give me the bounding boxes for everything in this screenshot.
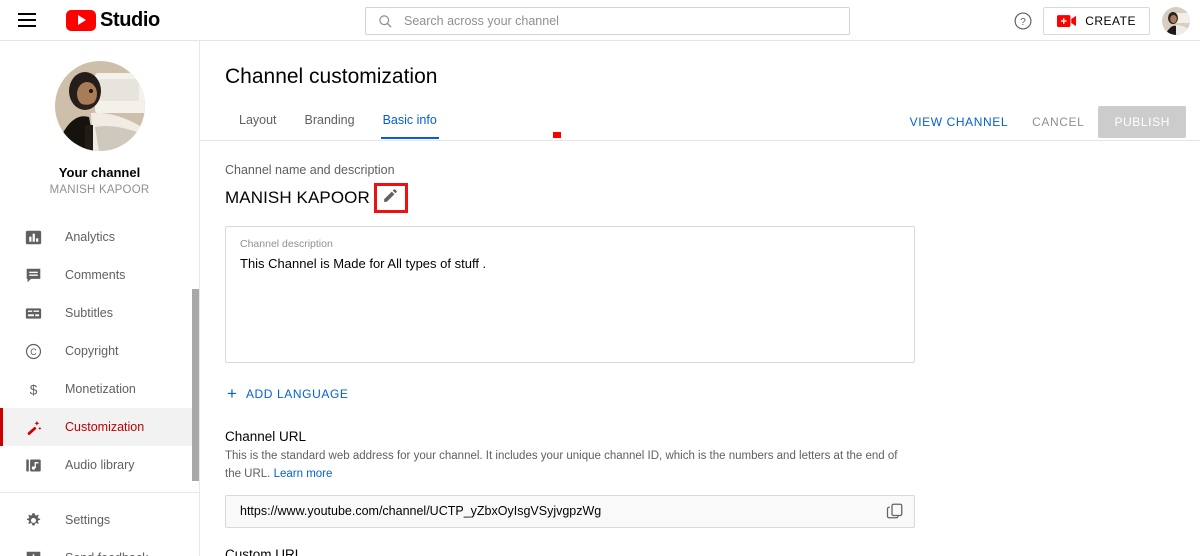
studio-logo[interactable]: Studio: [66, 9, 160, 32]
feedback-icon: [22, 550, 44, 556]
hamburger-icon[interactable]: [18, 8, 42, 32]
sidebar-item-label: Customization: [65, 420, 145, 434]
channel-description-label: Channel description: [240, 238, 333, 250]
search-icon: [378, 14, 393, 29]
help-circle-icon[interactable]: ?: [1013, 11, 1033, 31]
sidebar-item-label: Comments: [65, 268, 126, 282]
channel-name-section-label: Channel name and description: [225, 163, 395, 177]
svg-text:$: $: [29, 382, 37, 397]
comment-icon: [22, 267, 44, 284]
subtitles-icon: [22, 305, 44, 322]
sidebar-item-label: Monetization: [65, 382, 136, 396]
sidebar-item-label: Send feedback: [65, 551, 148, 556]
search-input[interactable]: [404, 14, 849, 28]
page-actions: VIEW CHANNEL CANCEL PUBLISH: [900, 106, 1186, 138]
sidebar-item-analytics[interactable]: Analytics: [0, 218, 199, 256]
sidebar-channel-block[interactable]: Your channel MANISH KAPOOR: [0, 41, 199, 196]
sidebar-item-label: Copyright: [65, 344, 119, 358]
sidebar-scrollbar[interactable]: [192, 289, 199, 481]
sidebar-divider: [0, 492, 199, 493]
your-channel-label: Your channel: [58, 165, 141, 180]
tab-bar: Layout Branding Basic info VIEW CHANNEL …: [200, 103, 1200, 141]
create-label: CREATE: [1085, 13, 1136, 28]
tab-basic-info[interactable]: Basic info: [369, 103, 451, 139]
brand-text: Studio: [100, 8, 160, 31]
sidebar-item-label: Settings: [65, 513, 111, 527]
sidebar-item-monetization[interactable]: $ Monetization: [0, 370, 199, 408]
create-button[interactable]: CREATE: [1043, 6, 1150, 35]
channel-description-field[interactable]: Channel description This Channel is Made…: [225, 226, 915, 363]
youtube-play-icon: [66, 9, 96, 31]
add-language-label: ADD LANGUAGE: [245, 386, 349, 401]
sidebar-item-comments[interactable]: Comments: [0, 256, 199, 294]
header-actions: ? CREATE: [1013, 0, 1190, 41]
magic-wand-icon: [22, 419, 44, 436]
add-language-button[interactable]: + ADD LANGUAGE: [225, 380, 355, 407]
channel-name-value: MANISH KAPOOR: [225, 188, 370, 207]
publish-button: PUBLISH: [1098, 106, 1186, 138]
dollar-icon: $: [22, 381, 44, 398]
avatar[interactable]: [1162, 6, 1190, 35]
sidebar-item-subtitles[interactable]: Subtitles: [0, 294, 199, 332]
sidebar: Your channel MANISH KAPOOR Analytics Com…: [0, 41, 200, 556]
tab-branding[interactable]: Branding: [291, 103, 369, 138]
sidebar-channel-name: MANISH KAPOOR: [49, 184, 150, 196]
pencil-edit-icon: [382, 187, 399, 209]
page-title: Channel customization: [225, 65, 438, 88]
sidebar-item-send-feedback[interactable]: Send feedback: [0, 539, 199, 556]
gear-icon: [22, 512, 44, 529]
svg-text:?: ?: [1020, 16, 1026, 27]
svg-text:C: C: [30, 346, 37, 356]
basic-info-form: Channel name and description MANISH KAPO…: [200, 141, 1200, 556]
plus-icon: +: [227, 384, 237, 403]
custom-url-heading: Custom URL: [225, 546, 303, 556]
channel-name-row: MANISH KAPOOR: [225, 183, 1200, 213]
sidebar-item-label: Analytics: [65, 230, 116, 244]
copy-icon[interactable]: [886, 502, 904, 520]
channel-avatar[interactable]: [54, 61, 145, 151]
tab-layout[interactable]: Layout: [225, 103, 291, 138]
view-channel-button[interactable]: VIEW CHANNEL: [900, 106, 1019, 138]
channel-description-value[interactable]: This Channel is Made for All types of st…: [240, 256, 900, 271]
sidebar-item-customization[interactable]: Customization: [0, 408, 199, 446]
top-header: Studio ? C: [0, 0, 1200, 41]
channel-url-learn-more-link[interactable]: Learn more: [274, 468, 333, 480]
cancel-button[interactable]: CANCEL: [1022, 106, 1094, 138]
sidebar-item-copyright[interactable]: C Copyright: [0, 332, 199, 370]
video-camera-plus-icon: [1057, 14, 1077, 28]
music-library-icon: [22, 457, 44, 474]
edit-channel-name-button[interactable]: [373, 183, 408, 213]
search-bar[interactable]: [365, 7, 850, 35]
sidebar-item-audio-library[interactable]: Audio library: [0, 446, 199, 484]
channel-url-description: This is the standard web address for you…: [225, 448, 905, 484]
copyright-icon: C: [22, 343, 44, 360]
annotation-marker: [553, 132, 561, 138]
sidebar-item-settings[interactable]: Settings: [0, 501, 199, 539]
sidebar-item-label: Subtitles: [65, 306, 113, 320]
sidebar-item-label: Audio library: [65, 458, 135, 472]
channel-url-value: https://www.youtube.com/channel/UCTP_yZb…: [240, 504, 602, 519]
sidebar-nav: Analytics Comments Subtitles C Copyright…: [0, 218, 199, 556]
channel-url-field[interactable]: https://www.youtube.com/channel/UCTP_yZb…: [225, 494, 915, 528]
channel-url-heading: Channel URL: [225, 429, 307, 444]
main-content: Channel customization Layout Branding Ba…: [200, 41, 1200, 556]
bar-chart-icon: [22, 229, 44, 246]
